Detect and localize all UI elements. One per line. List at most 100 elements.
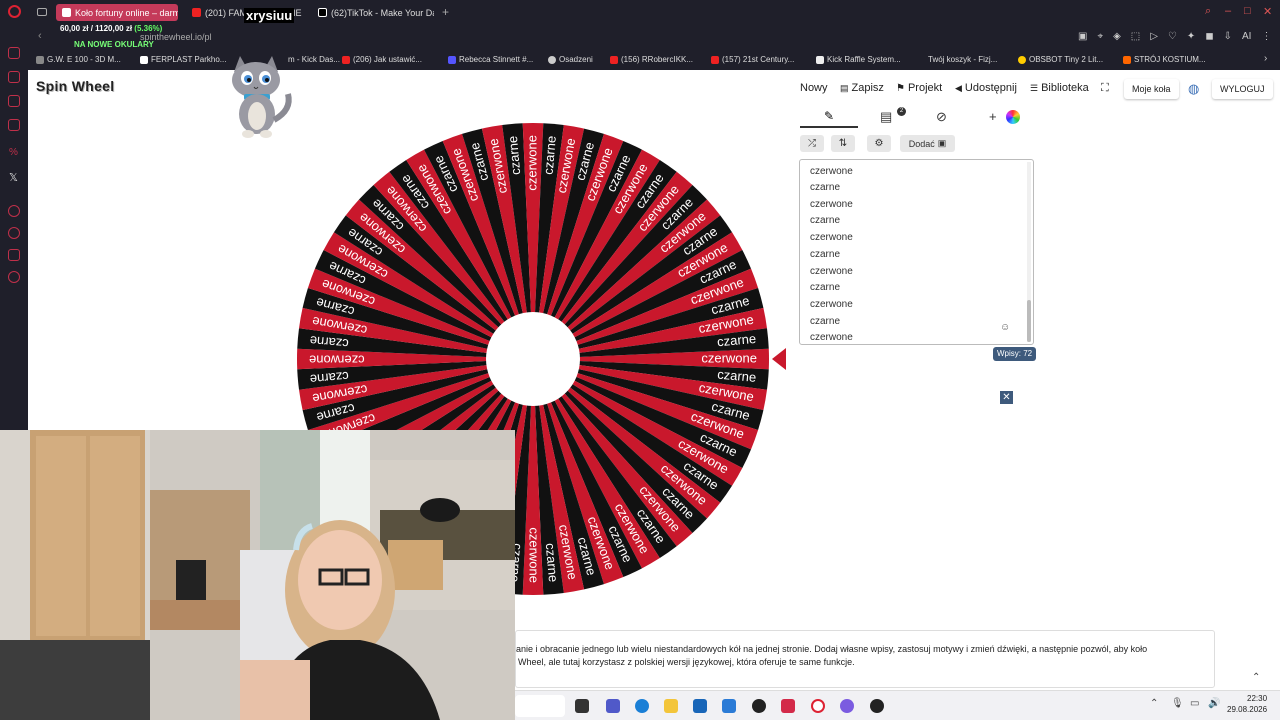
outlook-icon[interactable] (722, 699, 736, 713)
volume-icon[interactable]: 🔊 (1208, 698, 1220, 709)
sidebar-messenger-icon[interactable] (8, 95, 20, 107)
new-button[interactable]: Nowy (800, 82, 828, 94)
emoji-icon[interactable]: ☺ (1000, 322, 1010, 333)
my-wheels-button[interactable]: Moje koła (1124, 79, 1179, 99)
new-label: Nowy (800, 82, 828, 94)
file-explorer-icon[interactable] (664, 699, 678, 713)
tab-edit[interactable]: ✎ (800, 106, 858, 128)
discord-icon[interactable] (840, 699, 854, 713)
tab-manager-icon[interactable] (37, 8, 47, 16)
store-icon[interactable] (693, 699, 707, 713)
extension-icon[interactable]: ▣ (1078, 31, 1087, 42)
back-icon[interactable]: ‹ (38, 30, 42, 42)
sort-icon: ⇅ (838, 138, 848, 149)
sidebar-percent-icon[interactable]: % (8, 147, 20, 159)
bookmark-item[interactable]: (156) RRobercIKK... (610, 55, 693, 64)
tab-wheel[interactable]: Koło fortuny online – darmo (56, 4, 178, 21)
entry-line: czerwone (810, 166, 853, 177)
close-window-icon[interactable]: ✕ (1263, 5, 1272, 18)
shuffle-button[interactable]: ⤮ (800, 135, 824, 152)
shield-icon[interactable]: ◈ (1113, 31, 1121, 42)
add-image-button[interactable]: Dodać ▣ (900, 135, 955, 152)
tray-expand-icon[interactable]: ⌃ (1150, 698, 1158, 709)
screenshot-icon[interactable]: ⬚ (1131, 31, 1140, 42)
bookmark-item[interactable]: STRÓJ KOSTIUM... (1123, 55, 1206, 64)
sidebar-settings-icon[interactable] (8, 271, 20, 283)
bookmark-item[interactable]: Rebecca Stinnett #... (448, 55, 533, 64)
library-label: Biblioteka (1041, 82, 1089, 94)
teams-icon[interactable] (606, 699, 620, 713)
player-icon[interactable]: ▷ (1150, 31, 1158, 42)
sidebar-player-icon[interactable] (8, 205, 20, 217)
opera-gx-icon[interactable] (870, 699, 884, 713)
task-view-icon[interactable] (575, 699, 589, 713)
language-button[interactable]: ◍ (1188, 81, 1199, 97)
bookmark-item[interactable]: (157) 21st Century... (711, 55, 794, 64)
scroll-up-icon[interactable]: ⌃ (1252, 672, 1260, 683)
bookmark-item[interactable]: Kick Raffle System... (816, 55, 901, 64)
entries-scrollbar-thumb[interactable] (1027, 300, 1031, 342)
ai-icon[interactable]: AI (1242, 31, 1251, 42)
maximize-icon[interactable]: □ (1244, 5, 1251, 17)
results-badge: 2 (897, 107, 906, 116)
profile-icon[interactable]: ◼ (1205, 31, 1213, 42)
menu-icon[interactable]: ⋮ (1261, 31, 1271, 42)
bookmark-item[interactable]: OBSBOT Tiny 2 Lit... (1018, 55, 1103, 64)
settings-button[interactable]: ⚙ (867, 135, 891, 152)
bookmark-item[interactable]: Osadzeni (548, 55, 593, 64)
tab-hidden-entries[interactable]: ⊘ (936, 109, 947, 125)
youtube-icon (342, 55, 350, 64)
sidebar-home-icon[interactable] (8, 47, 20, 59)
bookmarks-more-icon[interactable]: › (1264, 53, 1267, 64)
save-button[interactable]: ▤ Zapisz (840, 82, 884, 94)
sidebar-aria-icon[interactable] (8, 71, 20, 83)
display-icon[interactable]: ▭ (1190, 698, 1199, 709)
youtube-icon (610, 55, 618, 64)
taskbar-search[interactable] (515, 695, 565, 717)
sidebar-history-icon[interactable] (8, 227, 20, 239)
entries-textarea[interactable]: czerwone czarne czerwone czarne czerwone… (799, 159, 1034, 345)
share-button[interactable]: ◀ Udostępnij (955, 82, 1017, 94)
minimize-icon[interactable]: – (1225, 5, 1231, 17)
fullscreen-button[interactable]: ⛶ (1101, 82, 1109, 95)
sort-button[interactable]: ⇅ (831, 135, 855, 152)
bookmark-item[interactable]: Twój koszyk - Fizj... (928, 55, 997, 64)
tab-label: (201) FAMI (205, 7, 246, 18)
library-button[interactable]: ☰ Biblioteka (1030, 82, 1089, 94)
tab-youtube[interactable]: (201) FAMI (186, 4, 246, 21)
opera-logo-icon[interactable] (8, 5, 21, 18)
goal-amount: 60,00 zł / 1120,00 zł (60, 24, 133, 33)
sidebar-cube-icon[interactable] (8, 249, 20, 261)
search-icon[interactable]: ⌕ (1205, 5, 1211, 18)
microphone-icon[interactable]: 🎙 (1171, 698, 1184, 709)
tab-tiktok[interactable]: (62)TikTok - Make Your Da (312, 4, 434, 21)
wheel-center[interactable] (486, 312, 580, 406)
obs-icon[interactable] (752, 699, 766, 713)
bookmark-icon (448, 55, 456, 64)
bookmark-item[interactable]: (206) Jak ustawić... (342, 55, 422, 64)
tab-results[interactable]: ▤ (880, 109, 892, 125)
heart-icon[interactable]: ♡ (1168, 31, 1177, 42)
shuffle-icon: ⤮ (808, 138, 816, 149)
download-icon[interactable]: ⇩ (1224, 31, 1232, 42)
sidebar-x-icon[interactable]: 𝕏 (9, 171, 18, 184)
puzzle-icon[interactable]: ✦ (1187, 31, 1195, 42)
app-logo[interactable]: Spin Wheel (36, 78, 114, 94)
close-icon[interactable]: ✕ (1000, 391, 1013, 404)
taskbar-clock[interactable]: 22:30 29.08.2026 (1227, 693, 1267, 715)
color-theme-icon[interactable] (1006, 110, 1020, 124)
entry-line: czerwone (810, 232, 853, 243)
pin-icon[interactable]: ⌖ (1097, 31, 1103, 42)
bookmark-label: (206) Jak ustawić... (353, 55, 422, 64)
tab-add-wheel[interactable]: + (989, 109, 997, 124)
description-box: anie i obracanie jednego lub wielu niest… (515, 630, 1215, 688)
new-tab-button[interactable]: + (442, 5, 449, 19)
edge-icon[interactable] (635, 699, 649, 713)
project-button[interactable]: ⚑ Projekt (896, 82, 942, 94)
bookmark-item[interactable]: G.W. E 100 - 3D M... (36, 55, 121, 64)
app-red-icon[interactable] (781, 699, 795, 713)
bookmark-label: G.W. E 100 - 3D M... (47, 55, 121, 64)
opera-icon[interactable] (811, 699, 825, 713)
logout-button[interactable]: WYLOGUJ (1212, 79, 1273, 99)
sidebar-instagram-icon[interactable] (8, 119, 20, 131)
